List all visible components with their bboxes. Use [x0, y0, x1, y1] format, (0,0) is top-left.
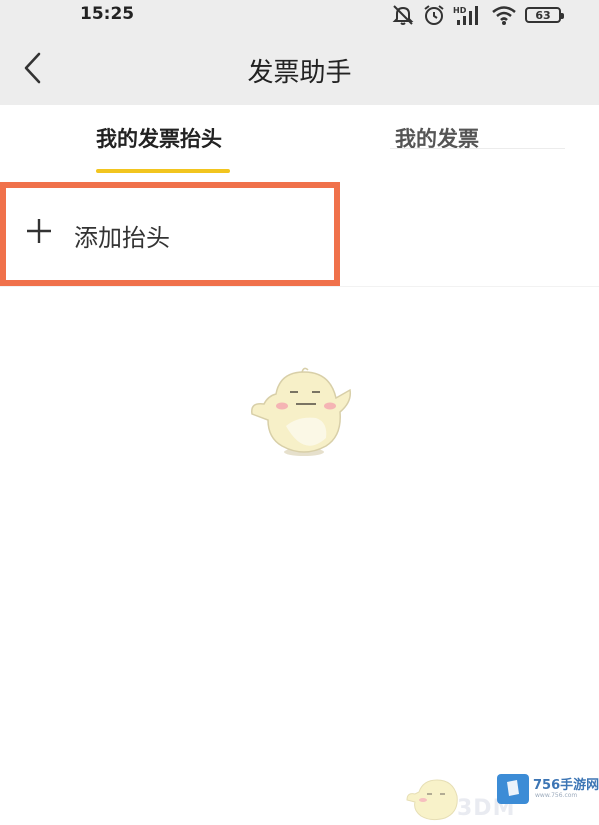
page-title: 发票助手 [247, 58, 352, 88]
wifi-icon [491, 4, 517, 26]
signal-hd-label: HD [453, 6, 467, 15]
watermark-url: www.756.com [535, 792, 578, 799]
battery-level: 63 [535, 8, 551, 22]
active-tab-indicator [96, 169, 230, 173]
mute-icon [391, 4, 415, 26]
signal-icon: HD [453, 4, 483, 26]
battery-icon: 63 [525, 7, 564, 23]
title-bar: 发票助手 [0, 30, 599, 105]
status-time: 15:25 [80, 4, 135, 24]
tab-my-invoice-headers[interactable]: 我的发票抬头 [96, 123, 222, 153]
status-icons: HD 63 [391, 4, 564, 26]
alarm-icon [423, 4, 445, 26]
empty-state-mascot-illustration [251, 367, 352, 456]
add-header-label: 添加抬头 [74, 224, 170, 252]
tab-bar: 我的发票抬头 我的发票 [0, 105, 599, 175]
watermark-brand: 756手游网 [533, 778, 599, 793]
tab-divider [390, 148, 565, 149]
watermark-mascot-icon [406, 779, 458, 821]
status-bar: 15:25 HD 63 [0, 0, 599, 30]
watermark-logo-icon [497, 774, 529, 804]
row-divider [0, 286, 599, 287]
watermark: 3DM 756手游网 www.756.com [405, 770, 599, 825]
add-header-button[interactable]: 添加抬头 [0, 182, 340, 286]
plus-icon [27, 219, 51, 243]
